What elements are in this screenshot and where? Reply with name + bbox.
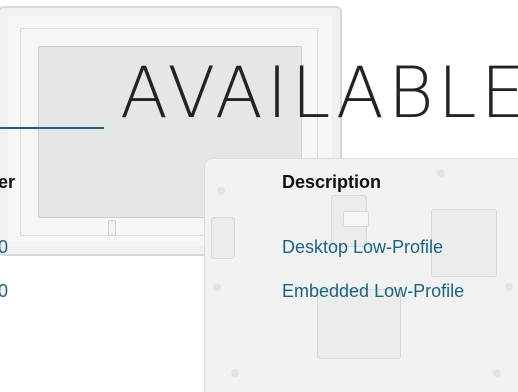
heading-divider	[0, 127, 104, 129]
screw-hole	[437, 169, 445, 177]
table-cell-number[interactable]: 0	[0, 281, 8, 302]
column-header-description: Description	[282, 172, 382, 192]
screw-hole	[213, 283, 221, 291]
table-cell-number[interactable]: 0	[0, 237, 8, 258]
device-back-image	[204, 158, 518, 392]
product-availability-section: AVAILABLE er Description 0 Desktop Low-P…	[0, 0, 518, 392]
screw-hole	[505, 283, 513, 291]
screw-hole	[217, 187, 225, 195]
screw-hole	[493, 369, 501, 377]
side-port	[211, 217, 235, 259]
screw-hole	[231, 369, 239, 377]
column-header-number: er	[0, 172, 16, 192]
table-cell-description[interactable]: Desktop Low-Profile	[282, 237, 443, 258]
device-slot	[108, 220, 116, 236]
connector-port	[343, 211, 369, 227]
table-cell-description[interactable]: Embedded Low-Profile	[282, 281, 464, 302]
section-heading: AVAILABLE	[120, 52, 518, 134]
